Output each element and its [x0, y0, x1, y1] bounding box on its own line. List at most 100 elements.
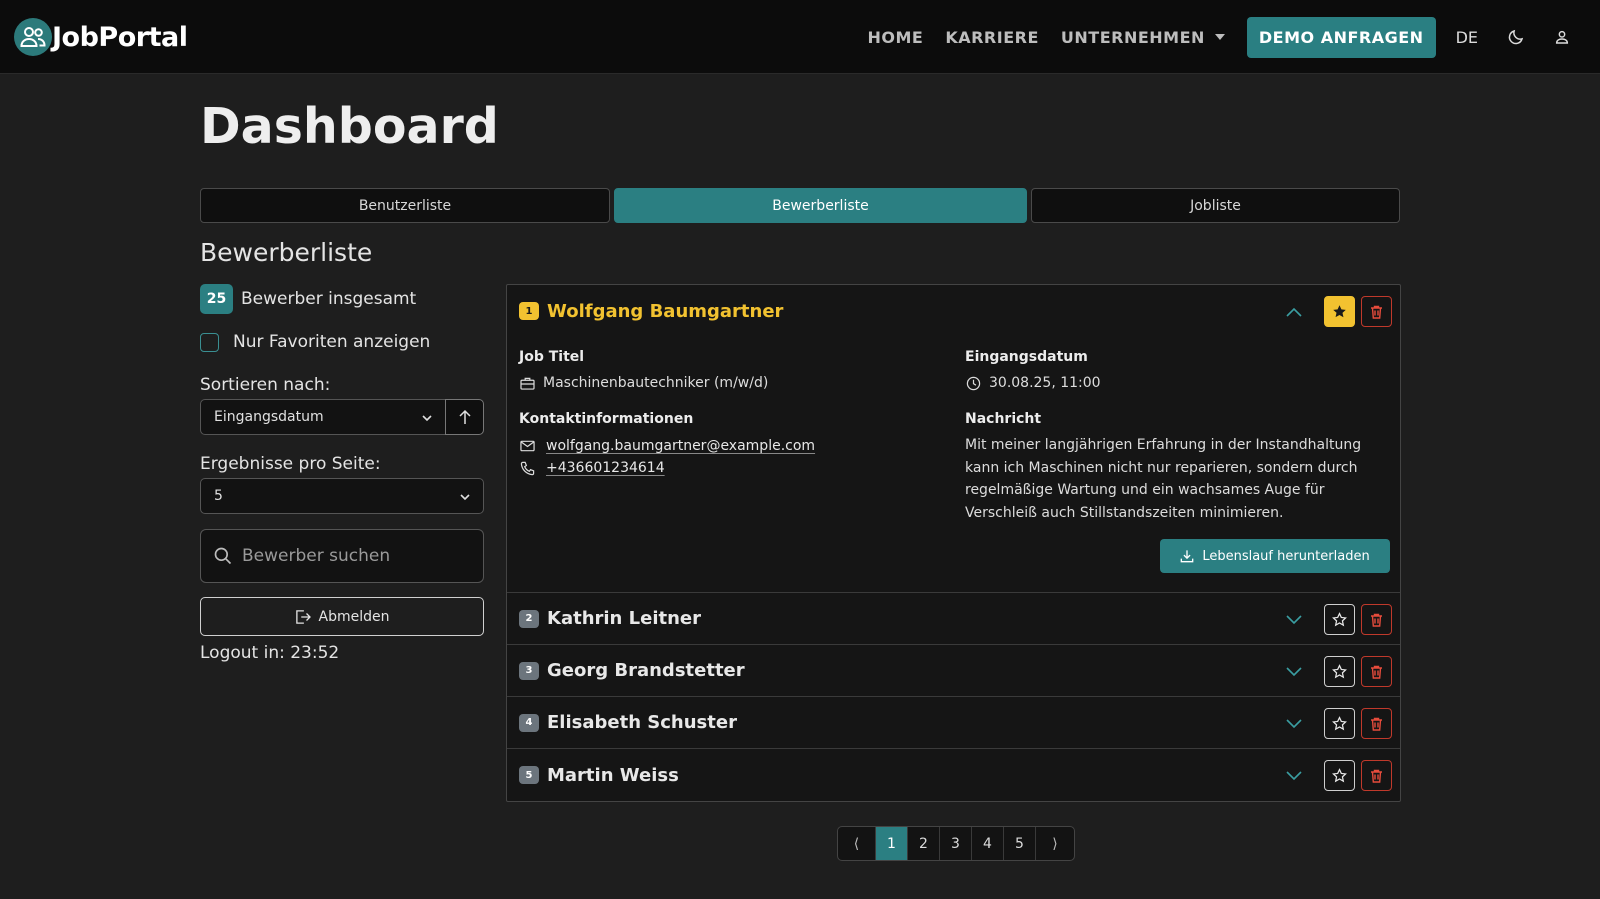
email-row: wolfgang.baumgartner@example.com [519, 438, 815, 454]
favorite-button[interactable] [1324, 708, 1355, 739]
delete-button[interactable] [1361, 656, 1392, 687]
delete-button[interactable] [1361, 604, 1392, 635]
applicant-count-badge: 25 [200, 284, 233, 314]
chevron-down-icon [1286, 770, 1302, 780]
applicant-actions [1282, 604, 1392, 635]
download-cv-label: Lebenslauf herunterladen [1202, 548, 1370, 564]
pagination: ⟨ 1 2 3 4 5 ⟩ [837, 826, 1075, 861]
trash-icon [1371, 613, 1382, 627]
contact-heading: Kontaktinformationen [519, 411, 694, 427]
search-input[interactable] [242, 546, 472, 566]
per-page-label: Ergebnisse pro Seite: [200, 454, 381, 474]
caret-down-icon [1214, 34, 1225, 40]
message-text: Mit meiner langjährigen Erfahrung in der… [965, 437, 1362, 521]
collapse-toggle[interactable] [1282, 300, 1306, 324]
phone-link[interactable]: +436601234614 [546, 460, 665, 476]
delete-button[interactable] [1361, 296, 1392, 327]
applicant-item: 4 Elisabeth Schuster [507, 697, 1400, 749]
language-switch[interactable]: DE [1456, 28, 1478, 47]
phone-row: +436601234614 [519, 460, 665, 476]
received-date-value: 30.08.25, 11:00 [989, 375, 1101, 391]
pagination-page-4[interactable]: 4 [972, 827, 1004, 860]
delete-button[interactable] [1361, 760, 1392, 791]
job-title-row: Maschinenbautechniker (m/w/d) [519, 375, 768, 391]
user-menu-button[interactable] [1550, 25, 1574, 49]
favorite-button[interactable] [1324, 296, 1355, 327]
pagination-page-5[interactable]: 5 [1004, 827, 1036, 860]
logout-icon [295, 609, 311, 624]
trash-icon [1371, 305, 1382, 319]
applicant-header[interactable]: 5 Martin Weiss [507, 749, 1400, 801]
favorite-button[interactable] [1324, 760, 1355, 791]
dark-mode-toggle[interactable] [1504, 25, 1528, 49]
expand-toggle[interactable] [1282, 712, 1306, 736]
message-heading: Nachricht [965, 411, 1042, 427]
download-cv-button[interactable]: Lebenslauf herunterladen [1160, 539, 1390, 573]
favorite-button[interactable] [1324, 656, 1355, 687]
sort-direction-button[interactable] [445, 399, 484, 435]
applicant-header[interactable]: 4 Elisabeth Schuster [507, 697, 1400, 749]
received-date-heading: Eingangsdatum [965, 349, 1088, 365]
nav-karriere-link[interactable]: KARRIERE [945, 28, 1039, 47]
users-logo-icon [14, 18, 52, 56]
pagination-prev-button[interactable]: ⟨ [838, 827, 876, 860]
top-navbar: JobPortal HOME KARRIERE UNTERNEHMEN DEMO… [0, 0, 1600, 74]
email-link[interactable]: wolfgang.baumgartner@example.com [546, 438, 815, 454]
favorites-only-label[interactable]: Nur Favoriten anzeigen [233, 332, 430, 352]
moon-icon [1508, 29, 1524, 45]
job-title-value: Maschinenbautechniker (m/w/d) [543, 375, 769, 391]
applicant-item: 3 Georg Brandstetter [507, 645, 1400, 697]
envelope-icon [519, 438, 535, 454]
job-title-heading: Job Titel [519, 349, 585, 365]
sort-select-value: Eingangsdatum [214, 409, 324, 425]
applicant-number-badge: 4 [519, 713, 539, 732]
dashboard-tabs: Benutzerliste Bewerberliste Jobliste [200, 188, 1400, 224]
star-outline-icon [1332, 716, 1347, 731]
applicant-actions [1282, 296, 1392, 327]
applicant-number-badge: 1 [519, 302, 539, 320]
applicant-actions [1282, 760, 1392, 791]
per-page-select-value: 5 [214, 488, 223, 504]
phone-icon [519, 460, 535, 476]
pagination-page-1[interactable]: 1 [876, 827, 908, 860]
expand-toggle[interactable] [1282, 660, 1306, 684]
expand-toggle[interactable] [1282, 608, 1306, 632]
applicant-header[interactable]: 2 Kathrin Leitner [507, 593, 1400, 645]
search-icon [214, 547, 232, 565]
favorite-button[interactable] [1324, 604, 1355, 635]
download-icon [1180, 550, 1194, 563]
pagination-page-3[interactable]: 3 [940, 827, 972, 860]
nav-unternehmen-dropdown[interactable]: UNTERNEHMEN [1061, 28, 1225, 47]
brand[interactable]: JobPortal [14, 18, 188, 56]
pagination-next-button[interactable]: ⟩ [1036, 827, 1074, 860]
chevron-down-icon [422, 415, 432, 422]
applicant-number-badge: 5 [519, 766, 539, 784]
delete-button[interactable] [1361, 708, 1392, 739]
applicant-header[interactable]: 1 Wolfgang Baumgartner [507, 285, 1400, 337]
star-outline-icon [1332, 664, 1347, 679]
applicant-number-badge: 3 [519, 661, 539, 680]
tab-bewerberliste[interactable]: Bewerberliste [614, 188, 1027, 223]
logout-button[interactable]: Abmelden [200, 597, 484, 636]
applicant-header[interactable]: 3 Georg Brandstetter [507, 645, 1400, 697]
tab-jobliste[interactable]: Jobliste [1031, 188, 1400, 223]
expand-toggle[interactable] [1282, 764, 1306, 788]
nav-home-link[interactable]: HOME [867, 28, 923, 47]
tab-benutzerliste[interactable]: Benutzerliste [200, 188, 610, 223]
arrow-up-icon [458, 409, 471, 424]
chevron-down-icon [460, 494, 470, 501]
applicant-list: 1 Wolfgang Baumgartner Job Titel Maschin… [506, 284, 1401, 802]
user-icon [1555, 30, 1569, 44]
applicant-actions [1282, 656, 1392, 687]
nav-links: HOME KARRIERE UNTERNEHMEN DEMO ANFRAGEN … [867, 0, 1600, 74]
favorites-only-checkbox[interactable] [200, 333, 219, 352]
per-page-select[interactable]: 5 [200, 478, 484, 514]
search-box [200, 529, 484, 583]
trash-icon [1371, 665, 1382, 679]
sort-select[interactable]: Eingangsdatum [200, 399, 446, 435]
demo-request-button[interactable]: DEMO ANFRAGEN [1246, 16, 1436, 58]
applicant-name: Wolfgang Baumgartner [547, 300, 784, 322]
pagination-page-2[interactable]: 2 [908, 827, 940, 860]
chevron-down-icon [1286, 666, 1302, 676]
trash-icon [1371, 769, 1382, 783]
